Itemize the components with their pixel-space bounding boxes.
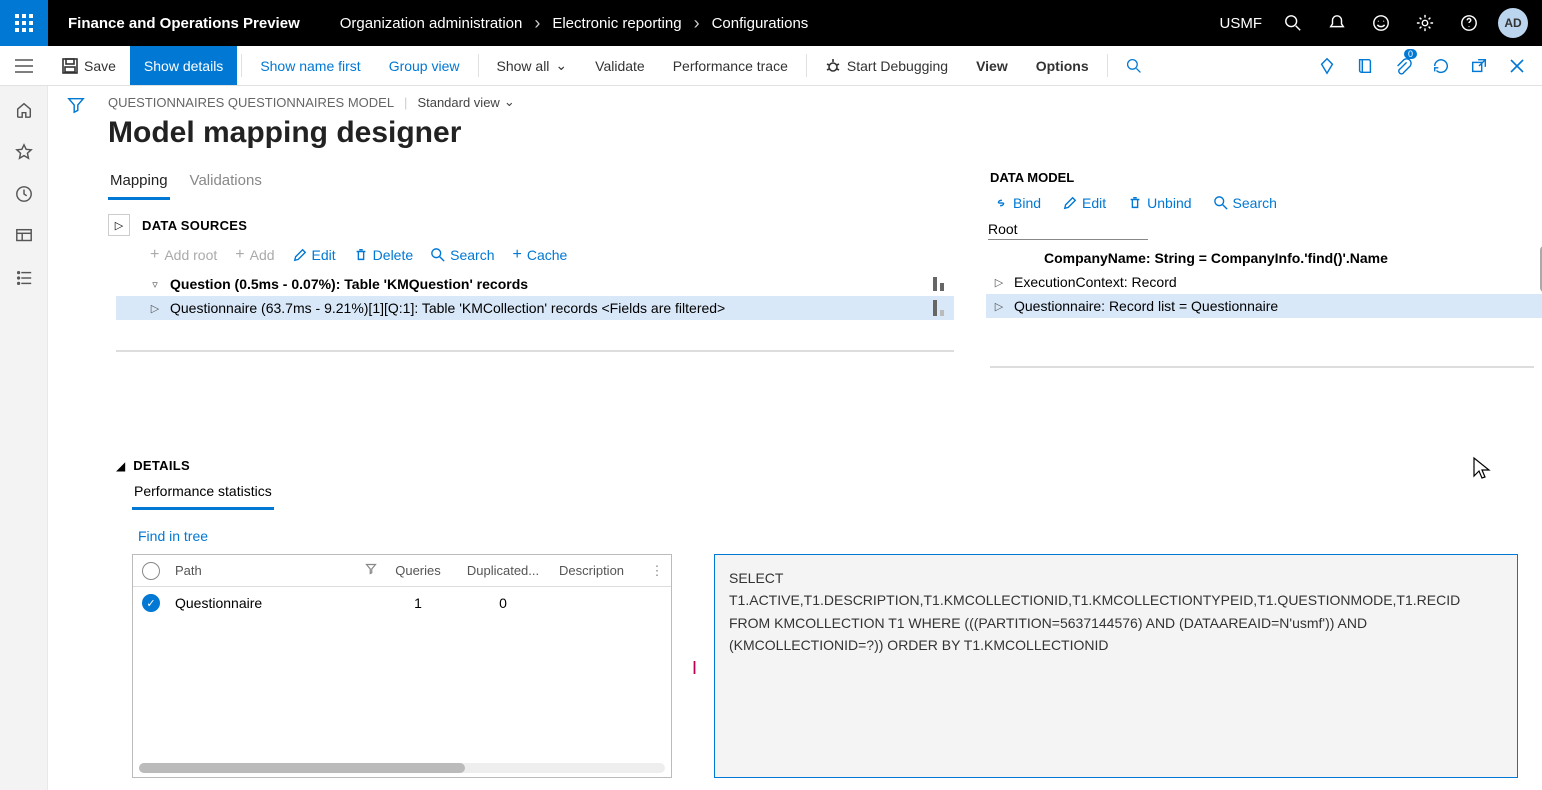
tab-validations[interactable]: Validations [188, 168, 264, 200]
col-queries[interactable]: Queries [383, 563, 453, 578]
attach-badge: 0 [1404, 49, 1417, 59]
dm-row[interactable]: ▷ Questionnaire: Record list = Questionn… [986, 294, 1542, 318]
splitter-handle[interactable]: || [688, 554, 698, 778]
breadcrumb-item[interactable]: Configurations [712, 15, 809, 32]
tree-row-label: Questionnaire (63.7ms - 9.21%)[1][Q:1]: … [170, 300, 725, 316]
avatar[interactable]: AD [1492, 0, 1534, 46]
tab-mapping[interactable]: Mapping [108, 168, 170, 200]
breadcrumb: Organization administration › Electronic… [320, 13, 809, 34]
horizontal-scrollbar[interactable] [139, 763, 665, 773]
tree-row[interactable]: ▷ Questionnaire (63.7ms - 9.21%)[1][Q:1]… [116, 296, 954, 320]
close-icon[interactable] [1500, 46, 1534, 86]
breadcrumb-item[interactable]: Electronic reporting [552, 15, 681, 32]
start-debugging-button[interactable]: Start Debugging [811, 46, 962, 85]
bind-button[interactable]: Bind [988, 193, 1047, 213]
dm-row-label: CompanyName: String = CompanyInfo.'find(… [1044, 250, 1388, 266]
chevron-down-icon: ⌄ [504, 94, 515, 110]
options-menu[interactable]: Options [1022, 46, 1103, 85]
delete-button[interactable]: Delete [348, 244, 419, 266]
chevron-right-icon: ▷ [148, 302, 162, 315]
collapse-details-icon[interactable]: ◢ [116, 459, 125, 473]
dm-search-button[interactable]: Search [1208, 193, 1283, 213]
home-icon[interactable] [12, 98, 36, 122]
search-button[interactable]: Search [425, 244, 500, 266]
cache-button[interactable]: +Cache [507, 244, 574, 266]
dm-row-label: Questionnaire: Record list = Questionnai… [1014, 298, 1278, 314]
waffle-icon[interactable] [0, 0, 48, 46]
hamburger-icon[interactable] [0, 46, 48, 85]
edit-button[interactable]: Edit [287, 244, 342, 266]
search-icon[interactable] [1272, 0, 1314, 46]
find-in-tree-link[interactable]: Find in tree [116, 510, 1534, 550]
select-all-checkbox[interactable] [142, 562, 160, 580]
sparkline-icon [933, 277, 948, 291]
chevron-right-icon: ▷ [992, 300, 1006, 313]
config-path: QUESTIONNAIRES QUESTIONNAIRES MODEL [108, 95, 394, 110]
dm-row[interactable]: ▷ ExecutionContext: Record [986, 270, 1542, 294]
action-search-icon[interactable] [1112, 46, 1156, 85]
cell-path: Questionnaire [169, 595, 359, 611]
diamond-icon[interactable] [1310, 46, 1344, 86]
chevron-down-icon: ⌄ [555, 57, 567, 74]
clock-icon[interactable] [12, 182, 36, 206]
dm-row[interactable]: CompanyName: String = CompanyInfo.'find(… [986, 246, 1542, 270]
workspace-icon[interactable] [12, 224, 36, 248]
app-title: Finance and Operations Preview [48, 15, 320, 32]
popout-icon[interactable] [1462, 46, 1496, 86]
add-button[interactable]: +Add [229, 244, 280, 266]
smile-icon[interactable] [1360, 0, 1402, 46]
sql-preview[interactable]: SELECT T1.ACTIVE,T1.DESCRIPTION,T1.KMCOL… [714, 554, 1518, 778]
performance-grid: Path Queries Duplicated... Description ⋮… [132, 554, 672, 778]
add-root-button[interactable]: +Add root [144, 244, 223, 266]
dm-root-label: Root [988, 219, 1542, 239]
top-bar: Finance and Operations Preview Organizat… [0, 0, 1542, 46]
column-filter-icon[interactable] [365, 563, 377, 578]
expand-datasources[interactable]: ▷ [108, 214, 130, 236]
show-details-button[interactable]: Show details [130, 46, 237, 85]
tab-performance-statistics[interactable]: Performance statistics [132, 479, 274, 510]
book-icon[interactable] [1348, 46, 1382, 86]
chevron-right-icon: › [690, 13, 704, 34]
sparkline-icon [933, 300, 948, 316]
tree-row-label: Question (0.5ms - 0.07%): Table 'KMQuest… [170, 276, 528, 292]
details-title: DETAILS [133, 458, 190, 473]
view-menu[interactable]: View [962, 46, 1022, 85]
datamodel-title: DATA MODEL [982, 168, 1542, 191]
save-button[interactable]: Save [48, 46, 130, 85]
col-description[interactable]: Description [553, 563, 643, 578]
grid-row[interactable]: Questionnaire 1 0 [133, 587, 671, 619]
col-path[interactable]: Path [169, 563, 359, 578]
datasources-title: DATA SOURCES [142, 218, 247, 233]
modules-icon[interactable] [12, 266, 36, 290]
attach-icon[interactable]: 0 [1386, 46, 1420, 86]
help-icon[interactable] [1448, 0, 1490, 46]
page-title: Model mapping designer [108, 110, 1542, 164]
company-label[interactable]: USMF [1212, 15, 1271, 32]
validate-button[interactable]: Validate [581, 46, 659, 85]
cell-duplicated: 0 [453, 595, 553, 611]
filter-icon[interactable] [67, 96, 85, 790]
tree-row[interactable]: ▿ Question (0.5ms - 0.07%): Table 'KMQue… [116, 272, 954, 296]
row-checkbox[interactable] [142, 594, 160, 612]
refresh-icon[interactable] [1424, 46, 1458, 86]
view-selector[interactable]: Standard view ⌄ [417, 94, 514, 110]
performance-trace-button[interactable]: Performance trace [659, 46, 802, 85]
show-all-dropdown[interactable]: Show all ⌄ [483, 46, 582, 85]
dm-row-label: ExecutionContext: Record [1014, 274, 1177, 290]
group-view-button[interactable]: Group view [375, 46, 474, 85]
bell-icon[interactable] [1316, 0, 1358, 46]
star-icon[interactable] [12, 140, 36, 164]
show-name-first-button[interactable]: Show name first [246, 46, 374, 85]
dm-edit-button[interactable]: Edit [1057, 193, 1112, 213]
cell-queries: 1 [383, 595, 453, 611]
unbind-button[interactable]: Unbind [1122, 193, 1197, 213]
more-columns-icon[interactable]: ⋮ [643, 563, 671, 579]
chevron-right-icon: ▷ [992, 276, 1006, 289]
breadcrumb-item[interactable]: Organization administration [340, 15, 523, 32]
left-rail [0, 86, 48, 790]
chevron-right-icon: › [530, 13, 544, 34]
chevron-down-icon: ▿ [148, 278, 162, 291]
gear-icon[interactable] [1404, 0, 1446, 46]
col-duplicated[interactable]: Duplicated... [453, 563, 553, 578]
